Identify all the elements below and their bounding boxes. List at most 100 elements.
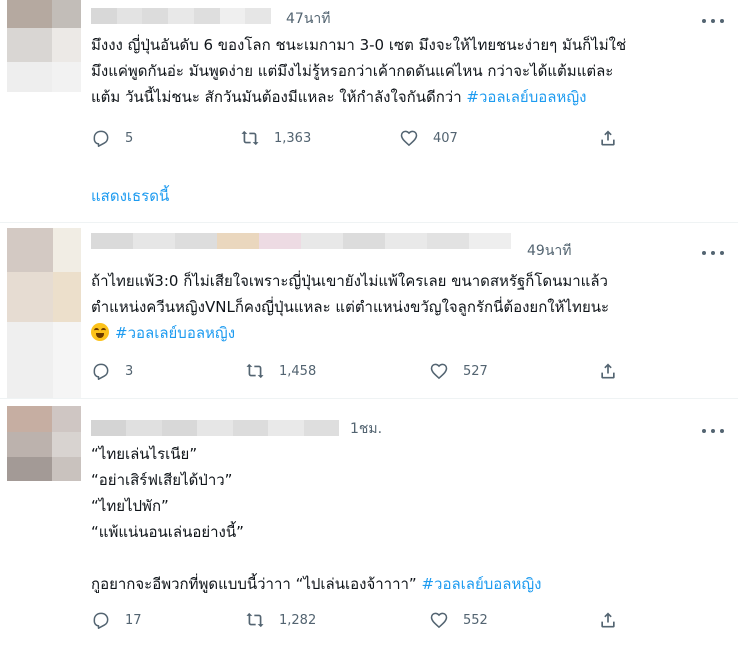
avatar[interactable] — [7, 406, 81, 481]
name-blur-segment — [91, 233, 133, 249]
avatar[interactable] — [7, 0, 81, 92]
text-line — [91, 545, 731, 571]
name-blur-segment — [126, 420, 162, 436]
avatar-pixel — [7, 432, 52, 457]
name-blur-segment — [175, 233, 217, 249]
text-line: กูอยากจะอีพวกที่พูดแบบนี้ว่าาา “ไปเล่นเอ… — [91, 571, 731, 597]
name-blur-segment — [268, 420, 304, 436]
avatar-pixel — [52, 432, 81, 457]
retweet-icon — [246, 363, 264, 379]
name-blur-segment — [245, 8, 272, 24]
tweet-time[interactable]: 49นาที — [527, 240, 571, 262]
text-line: “ไทยเล่นไรเนีย” — [91, 445, 198, 463]
text-line: “ไทยไปพัก” — [91, 497, 169, 515]
retweet-button[interactable]: 1,458 — [245, 360, 316, 382]
share-button[interactable] — [598, 127, 618, 149]
share-icon — [601, 612, 615, 628]
hashtag-link[interactable]: #วอลเลย์บอลหญิง — [115, 324, 235, 342]
text-line: “อย่าเสิร์ฟเสียได้ป่าว” — [91, 471, 233, 489]
like-icon — [400, 130, 418, 147]
name-blur-segment — [343, 233, 385, 249]
text-segment: กูอยากจะอีพวกที่พูดแบบนี้ว่าาา “ไปเล่นเอ… — [91, 575, 422, 593]
tweet-text: “ไทยเล่นไรเนีย” “อย่าเสิร์ฟเสียได้ป่าว” … — [91, 441, 731, 597]
text-line: ถ้าไทยแพ้3:0 ก็ไม่เสียใจเพราะญี่ปุ่นเขาย… — [91, 272, 608, 290]
tweet-time[interactable]: 1ชม. — [350, 418, 382, 440]
name-blur-segment — [427, 233, 469, 249]
more-icon[interactable] — [702, 13, 724, 29]
show-thread-link[interactable]: แสดงเธรดนี้ — [91, 184, 169, 208]
name-blur-segment — [469, 233, 511, 249]
avatar-pixel — [7, 0, 52, 28]
tweet[interactable]: 1ชม. “ไทยเล่นไรเนีย” “อย่าเสิร์ฟเสียได้ป… — [0, 399, 738, 665]
avatar-pixel — [7, 322, 53, 398]
tweet[interactable]: 47นาที มึงงง ญี่ปุ่นอันดับ 6 ของโลก ชนะเ… — [0, 0, 738, 222]
tweet-text: มึงงง ญี่ปุ่นอันดับ 6 ของโลก ชนะเมกามา 3… — [91, 32, 731, 110]
share-icon — [601, 363, 615, 379]
tweet-time[interactable]: 47นาที — [286, 8, 330, 30]
more-icon[interactable] — [702, 245, 724, 261]
name-blur-segment — [301, 233, 343, 249]
hashtag-link[interactable]: #วอลเลย์บอลหญิง — [466, 88, 586, 106]
text-line: ตำแหน่งควีนหญิงVNLก็คงญี่ปุ่นแหละ แต่ตำแ… — [91, 298, 610, 316]
avatar-pixel — [52, 0, 81, 28]
avatar-pixel — [7, 62, 52, 92]
reply-icon — [93, 363, 109, 380]
name-blur-segment — [259, 233, 301, 249]
reply-button[interactable]: 3 — [91, 360, 133, 382]
tweet-actions: 17 1,282 552 — [91, 609, 731, 631]
name-blur-segment — [303, 420, 339, 436]
author-name-blurred[interactable] — [91, 420, 339, 436]
reply-count: 3 — [125, 363, 134, 379]
retweet-button[interactable]: 1,282 — [245, 609, 316, 631]
avatar-pixel — [7, 228, 53, 272]
avatar-pixel — [52, 28, 81, 62]
name-blur-segment — [142, 8, 169, 24]
face-with-tears-of-joy-icon — [91, 323, 109, 341]
hashtag-link[interactable]: #วอลเลย์บอลหญิง — [421, 575, 541, 593]
text-segment: แต้ม วันนี้ไม่ชนะ สักวันมันต้องมีแหละ ให… — [91, 88, 467, 106]
text-line: #วอลเลย์บอลหญิง — [91, 320, 731, 346]
more-icon[interactable] — [702, 423, 724, 439]
like-count: 407 — [433, 130, 458, 146]
avatar-pixel — [7, 28, 52, 62]
name-blur-segment — [91, 8, 117, 24]
text-line: มึงงง ญี่ปุ่นอันดับ 6 ของโลก ชนะเมกามา 3… — [91, 36, 627, 54]
like-button[interactable]: 527 — [429, 360, 488, 382]
reply-count: 17 — [125, 612, 142, 628]
avatar-pixel — [53, 228, 81, 272]
name-blur-segment — [219, 8, 246, 24]
avatar-pixel — [7, 272, 53, 322]
share-icon — [601, 130, 615, 146]
like-icon — [430, 612, 448, 629]
tweet-actions: 3 1,458 527 — [91, 360, 731, 382]
tweet-text: ถ้าไทยแพ้3:0 ก็ไม่เสียใจเพราะญี่ปุ่นเขาย… — [91, 268, 731, 346]
avatar-pixel — [53, 322, 81, 398]
like-button[interactable]: 552 — [429, 609, 488, 631]
retweet-count: 1,458 — [279, 363, 317, 379]
avatar[interactable] — [7, 228, 81, 398]
like-button[interactable]: 407 — [399, 127, 458, 149]
avatar-pixel — [52, 406, 81, 432]
name-blur-segment — [193, 8, 220, 24]
name-blur-segment — [232, 420, 269, 436]
reply-button[interactable]: 17 — [91, 609, 142, 631]
retweet-count: 1,282 — [279, 612, 317, 628]
name-blur-segment — [217, 233, 259, 249]
author-name-blurred[interactable] — [91, 8, 272, 24]
avatar-pixel — [53, 272, 81, 322]
share-button[interactable] — [598, 609, 618, 631]
author-name-blurred[interactable] — [91, 233, 511, 249]
avatar-pixel — [7, 457, 52, 481]
tweet[interactable]: 49นาที ถ้าไทยแพ้3:0 ก็ไม่เสียใจเพราะญี่ป… — [0, 223, 738, 398]
share-button[interactable] — [598, 360, 618, 382]
name-blur-segment — [385, 233, 427, 249]
like-count: 552 — [463, 612, 488, 628]
reply-button[interactable]: 5 — [91, 127, 133, 149]
avatar-pixel — [7, 406, 52, 432]
like-icon — [430, 363, 448, 380]
name-blur-segment — [116, 8, 143, 24]
retweet-button[interactable]: 1,363 — [240, 127, 311, 149]
retweet-icon — [246, 612, 264, 628]
name-blur-segment — [197, 420, 233, 436]
name-blur-segment — [161, 420, 198, 436]
